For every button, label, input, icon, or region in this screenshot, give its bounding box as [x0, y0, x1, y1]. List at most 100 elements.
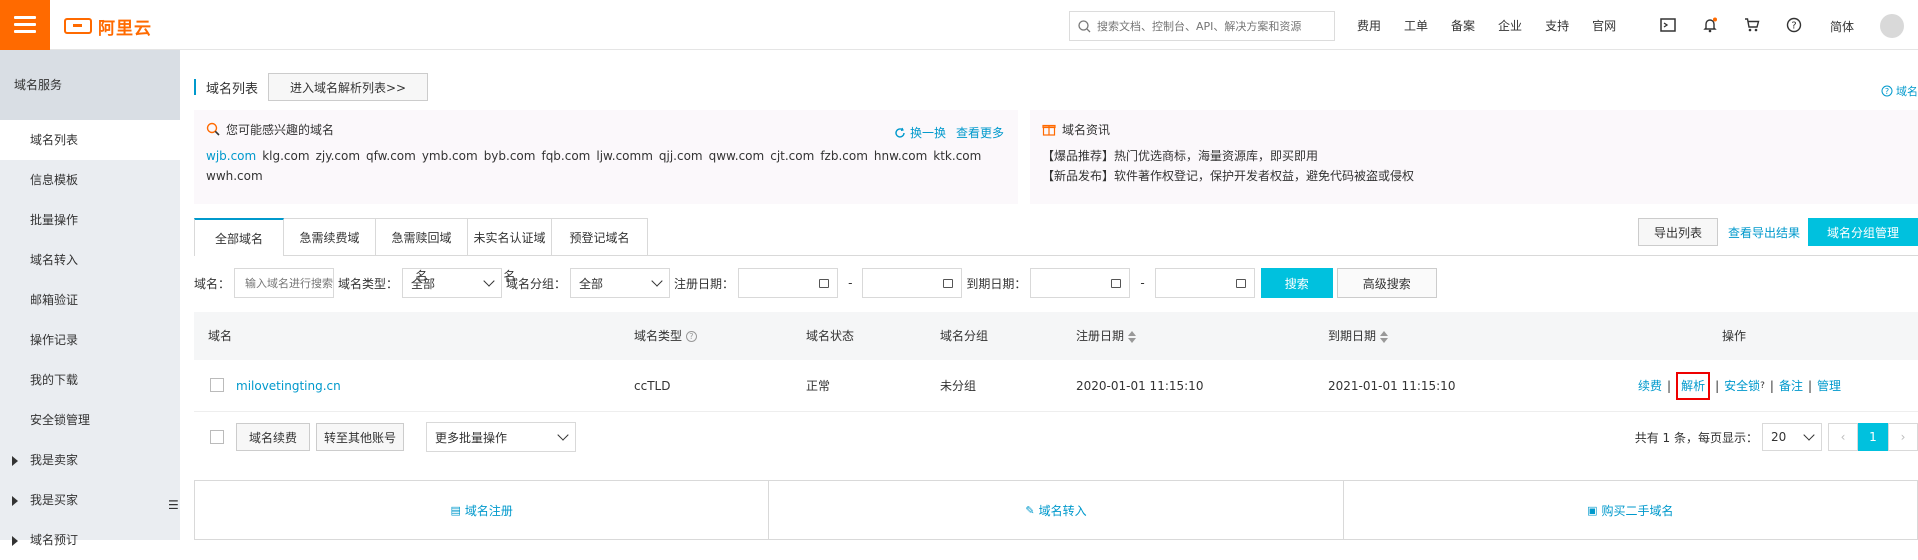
news-panel-title-text: 域名资讯 — [1062, 122, 1111, 137]
suggested-domain[interactable]: cjt.com — [770, 149, 814, 163]
nav-official-site[interactable]: 官网 — [1592, 17, 1616, 34]
row-operations: 续费 | 解析 | 安全锁? | 备注 | 管理 — [1638, 360, 1841, 412]
advanced-search-button[interactable]: 高级搜索 — [1336, 268, 1437, 298]
col-domain: 域名 — [208, 329, 233, 343]
language-switch[interactable]: 简体 — [1830, 18, 1854, 35]
security-lock-link[interactable]: 安全锁 — [1724, 379, 1760, 393]
group-select[interactable]: 全部 — [570, 268, 671, 298]
interest-panel-title: 您可能感兴趣的域名 — [206, 120, 1006, 138]
select-all-checkbox[interactable] — [210, 430, 224, 444]
sidebar-item-security-lock[interactable]: 安全锁管理 — [0, 400, 180, 440]
enter-dns-list-button[interactable]: 进入域名解析列表>> — [268, 73, 429, 101]
sidebar-item-email-verify[interactable]: 邮箱验证 — [0, 280, 180, 320]
exp-date-end[interactable] — [1154, 268, 1255, 298]
group-manage-button[interactable]: 域名分组管理 — [1808, 218, 1918, 246]
col-type-label: 域名类型 — [634, 329, 683, 343]
suggested-domain[interactable]: klg.com — [262, 149, 309, 163]
svg-text:?: ? — [1791, 21, 1796, 32]
col-exp-date[interactable]: 到期日期 — [1328, 312, 1389, 360]
page-number-button[interactable]: 1 — [1858, 423, 1888, 451]
sidebar-item-batch-ops[interactable]: 批量操作 — [0, 200, 180, 240]
sidebar-item-op-log[interactable]: 操作记录 — [0, 320, 180, 360]
global-search[interactable] — [1069, 11, 1335, 41]
manage-link[interactable]: 管理 — [1817, 379, 1841, 393]
sort-icon — [1380, 330, 1389, 343]
nav-icp[interactable]: 备案 — [1451, 17, 1475, 34]
sidebar-group-buyer[interactable]: 我是买家 — [0, 480, 180, 520]
help-link[interactable]: ? 域名 — [1881, 83, 1918, 99]
bulk-renew-button[interactable]: 域名续费 — [236, 423, 310, 451]
suggested-domain[interactable]: ktk.com — [933, 149, 981, 163]
more-bulk-select[interactable]: 更多批量操作 — [426, 422, 576, 452]
exp-date: 2021-01-01 11:15:10 — [1328, 379, 1456, 393]
view-export-link[interactable]: 查看导出结果 — [1728, 224, 1800, 241]
view-more-link[interactable]: 查看更多 — [956, 124, 1004, 141]
help-icon[interactable]: ? — [1786, 17, 1802, 33]
sidebar-group-preorder[interactable]: 域名预订 — [0, 520, 180, 560]
more-bulk-select-value: 更多批量操作 — [435, 430, 508, 445]
nav-support[interactable]: 支持 — [1545, 17, 1569, 34]
suggested-domain[interactable]: wwh.com — [206, 169, 263, 183]
dns-resolve-link[interactable]: 解析 — [1676, 372, 1711, 400]
menu-icon[interactable] — [0, 0, 50, 50]
tab-renew-urgent[interactable]: 急需续费域名 — [284, 218, 376, 283]
lock-info-icon[interactable]: ? — [1760, 381, 1765, 391]
cart-icon[interactable] — [1744, 17, 1760, 33]
prev-page-button[interactable]: ‹ — [1828, 423, 1858, 451]
domain-search-input[interactable] — [234, 268, 335, 298]
sidebar-item-domain-list[interactable]: 域名列表 — [0, 120, 180, 160]
nav-enterprise[interactable]: 企业 — [1498, 17, 1522, 34]
tab-unverified[interactable]: 未实名认证域名 — [468, 218, 552, 283]
search-button[interactable]: 搜索 — [1260, 268, 1333, 298]
buy-secondhand-link[interactable]: ▣ 购买二手域名 — [1344, 481, 1917, 539]
sidebar-item-downloads[interactable]: 我的下载 — [0, 360, 180, 400]
suggested-domain[interactable]: qfw.com — [366, 149, 416, 163]
aliyun-logo[interactable]: 阿里云 — [64, 16, 152, 39]
suggested-domain[interactable]: byb.com — [484, 149, 536, 163]
sidebar-item-info-template[interactable]: 信息模板 — [0, 160, 180, 200]
page-size-select[interactable]: 20 — [1762, 423, 1822, 451]
terminal-icon[interactable] — [1660, 17, 1676, 33]
tab-preregistered[interactable]: 预登记域名 — [552, 218, 648, 256]
global-search-input[interactable] — [1097, 19, 1327, 33]
search-icon — [1078, 19, 1091, 32]
reg-date-start[interactable] — [738, 268, 839, 298]
avatar[interactable] — [1880, 14, 1904, 38]
suggested-domain[interactable]: qww.com — [709, 149, 765, 163]
news-item[interactable]: 【新品发布】软件著作权登记，保护开发者权益，避免代码被盗或侵权 — [1042, 166, 1906, 186]
export-list-button[interactable]: 导出列表 — [1637, 218, 1718, 246]
transfer-account-button[interactable]: 转至其他账号 — [316, 423, 404, 451]
type-select[interactable]: 全部 — [402, 268, 503, 298]
search-domain-icon — [206, 122, 220, 136]
bell-icon[interactable] — [1702, 17, 1718, 33]
col-reg-date[interactable]: 注册日期 — [1076, 312, 1137, 360]
suggested-domain[interactable]: ymb.com — [422, 149, 478, 163]
nav-ticket[interactable]: 工单 — [1404, 17, 1428, 34]
domain-name-link[interactable]: milovetingting.cn — [236, 360, 341, 412]
suggested-domain[interactable]: hnw.com — [874, 149, 927, 163]
refresh-link[interactable]: 换一换 — [910, 124, 946, 141]
info-icon[interactable]: ? — [685, 331, 697, 342]
news-item[interactable]: 【爆品推荐】热门优选商标，海量资源库，即买即用 — [1042, 146, 1906, 166]
nav-fee[interactable]: 费用 — [1357, 17, 1381, 34]
transfer-in-link[interactable]: ✎ 域名转入 — [769, 481, 1344, 539]
suggested-domain[interactable]: qjj.com — [659, 149, 703, 163]
suggested-domain[interactable]: ljw.comm — [596, 149, 653, 163]
register-domain-link[interactable]: ▤ 域名注册 — [195, 481, 770, 539]
suggested-domain[interactable]: fzb.com — [820, 149, 868, 163]
suggested-domain[interactable]: zjy.com — [316, 149, 360, 163]
sidebar-item-transfer-in[interactable]: 域名转入 — [0, 240, 180, 280]
suggested-domain[interactable]: fqb.com — [541, 149, 590, 163]
col-group: 域名分组 — [940, 329, 989, 343]
sidebar-group-seller[interactable]: 我是卖家 — [0, 440, 180, 480]
row-checkbox[interactable] — [210, 378, 224, 392]
suggested-domain[interactable]: wjb.com — [206, 149, 256, 163]
renew-link[interactable]: 续费 — [1638, 379, 1662, 393]
note-link[interactable]: 备注 — [1779, 379, 1803, 393]
tab-redeem-urgent[interactable]: 急需赎回域名 — [376, 218, 468, 283]
sidebar-collapse-icon[interactable]: ☰ — [168, 498, 180, 516]
reg-date-end[interactable] — [862, 268, 963, 298]
exp-date-start[interactable] — [1030, 268, 1131, 298]
next-page-button[interactable]: › — [1888, 423, 1918, 451]
tab-all-domains[interactable]: 全部域名 — [194, 218, 284, 256]
